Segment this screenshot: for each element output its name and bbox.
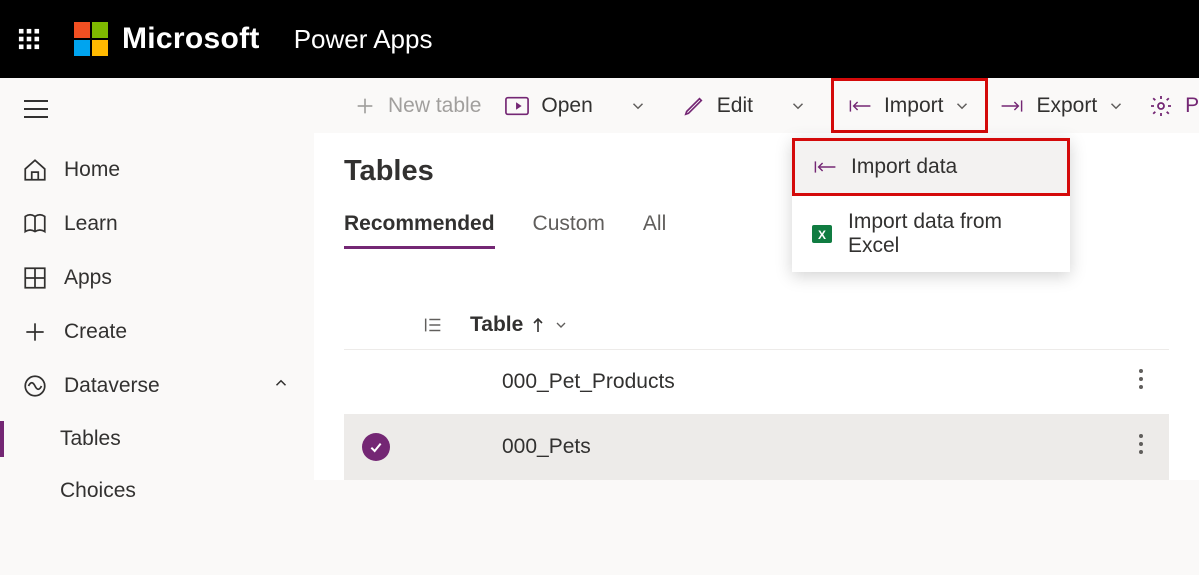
nav-learn[interactable]: Learn — [0, 197, 314, 251]
column-options-icon[interactable] — [422, 314, 470, 336]
left-nav: Home Learn Apps Create Dataverse — [0, 78, 314, 575]
table-header: Table — [344, 307, 1169, 350]
cmd-open-chevron[interactable] — [617, 78, 671, 133]
tab-custom[interactable]: Custom — [533, 212, 605, 249]
plus-icon — [22, 319, 48, 345]
command-bar: New table Open Edit — [314, 78, 1199, 133]
cmd-properties[interactable]: Proper — [1137, 78, 1199, 133]
book-icon — [22, 211, 48, 237]
cmd-edit[interactable]: Edit — [671, 78, 765, 133]
nav-apps[interactable]: Apps — [0, 251, 314, 305]
nav-dataverse[interactable]: Dataverse — [0, 359, 314, 413]
menu-import-excel[interactable]: X Import data from Excel — [792, 196, 1070, 272]
tab-all[interactable]: All — [643, 212, 666, 249]
sort-asc-icon — [531, 317, 545, 333]
apps-icon — [22, 265, 48, 291]
cmd-label: Open — [541, 94, 592, 118]
cmd-import[interactable]: Import — [831, 78, 989, 133]
row-name: 000_Pet_Products — [502, 370, 675, 394]
column-label: Table — [470, 313, 523, 337]
cmd-label: Edit — [717, 94, 753, 118]
nav-choices[interactable]: Choices — [0, 465, 314, 517]
chevron-down-icon — [953, 97, 971, 115]
chevron-up-icon — [272, 374, 290, 398]
chevron-down-icon — [629, 97, 647, 115]
cmd-open[interactable]: Open — [493, 78, 604, 133]
chevron-down-icon — [789, 97, 807, 115]
cmd-new-table[interactable]: New table — [342, 78, 493, 133]
nav-create[interactable]: Create — [0, 305, 314, 359]
app-name: Power Apps — [294, 24, 433, 55]
import-dropdown: Import data X Import data from Excel — [792, 138, 1070, 272]
menu-label: Import data — [851, 155, 957, 179]
tab-recommended[interactable]: Recommended — [344, 212, 495, 249]
row-name: 000_Pets — [502, 435, 591, 459]
nav-label: Learn — [64, 212, 118, 236]
row-more-icon[interactable] — [1137, 433, 1145, 461]
table-row[interactable]: 000_Pet_Products — [344, 350, 1169, 415]
home-icon — [22, 157, 48, 183]
table-row[interactable]: 000_Pets — [344, 415, 1169, 480]
row-more-icon[interactable] — [1137, 368, 1145, 396]
nav-tables[interactable]: Tables — [0, 413, 314, 465]
global-header: Microsoft Power Apps — [0, 0, 1199, 78]
chevron-down-icon — [553, 317, 569, 333]
brand-text: Microsoft — [122, 22, 260, 56]
cmd-label: Export — [1036, 94, 1097, 118]
nav-label: Choices — [60, 479, 136, 503]
menu-import-data[interactable]: Import data — [792, 138, 1070, 196]
nav-label: Apps — [64, 266, 112, 290]
cmd-export[interactable]: Export — [988, 78, 1137, 133]
menu-label: Import data from Excel — [848, 210, 1052, 258]
app-launcher-icon[interactable] — [18, 28, 40, 50]
cmd-label: Import — [884, 94, 944, 118]
dataverse-icon — [22, 373, 48, 399]
nav-collapse-button[interactable] — [0, 90, 314, 143]
cmd-label: New table — [388, 94, 481, 118]
nav-label: Dataverse — [64, 374, 160, 398]
microsoft-logo: Microsoft — [74, 22, 260, 56]
row-selected-icon — [362, 433, 390, 461]
nav-home[interactable]: Home — [0, 143, 314, 197]
cmd-label: Proper — [1185, 94, 1199, 118]
cmd-edit-chevron[interactable] — [777, 78, 831, 133]
microsoft-logo-icon — [74, 22, 108, 56]
content-area: New table Open Edit — [314, 78, 1199, 575]
chevron-down-icon — [1107, 97, 1125, 115]
nav-label: Home — [64, 158, 120, 182]
nav-label: Tables — [60, 427, 121, 451]
nav-label: Create — [64, 320, 127, 344]
column-table-name[interactable]: Table — [470, 313, 569, 337]
svg-text:X: X — [818, 228, 826, 242]
